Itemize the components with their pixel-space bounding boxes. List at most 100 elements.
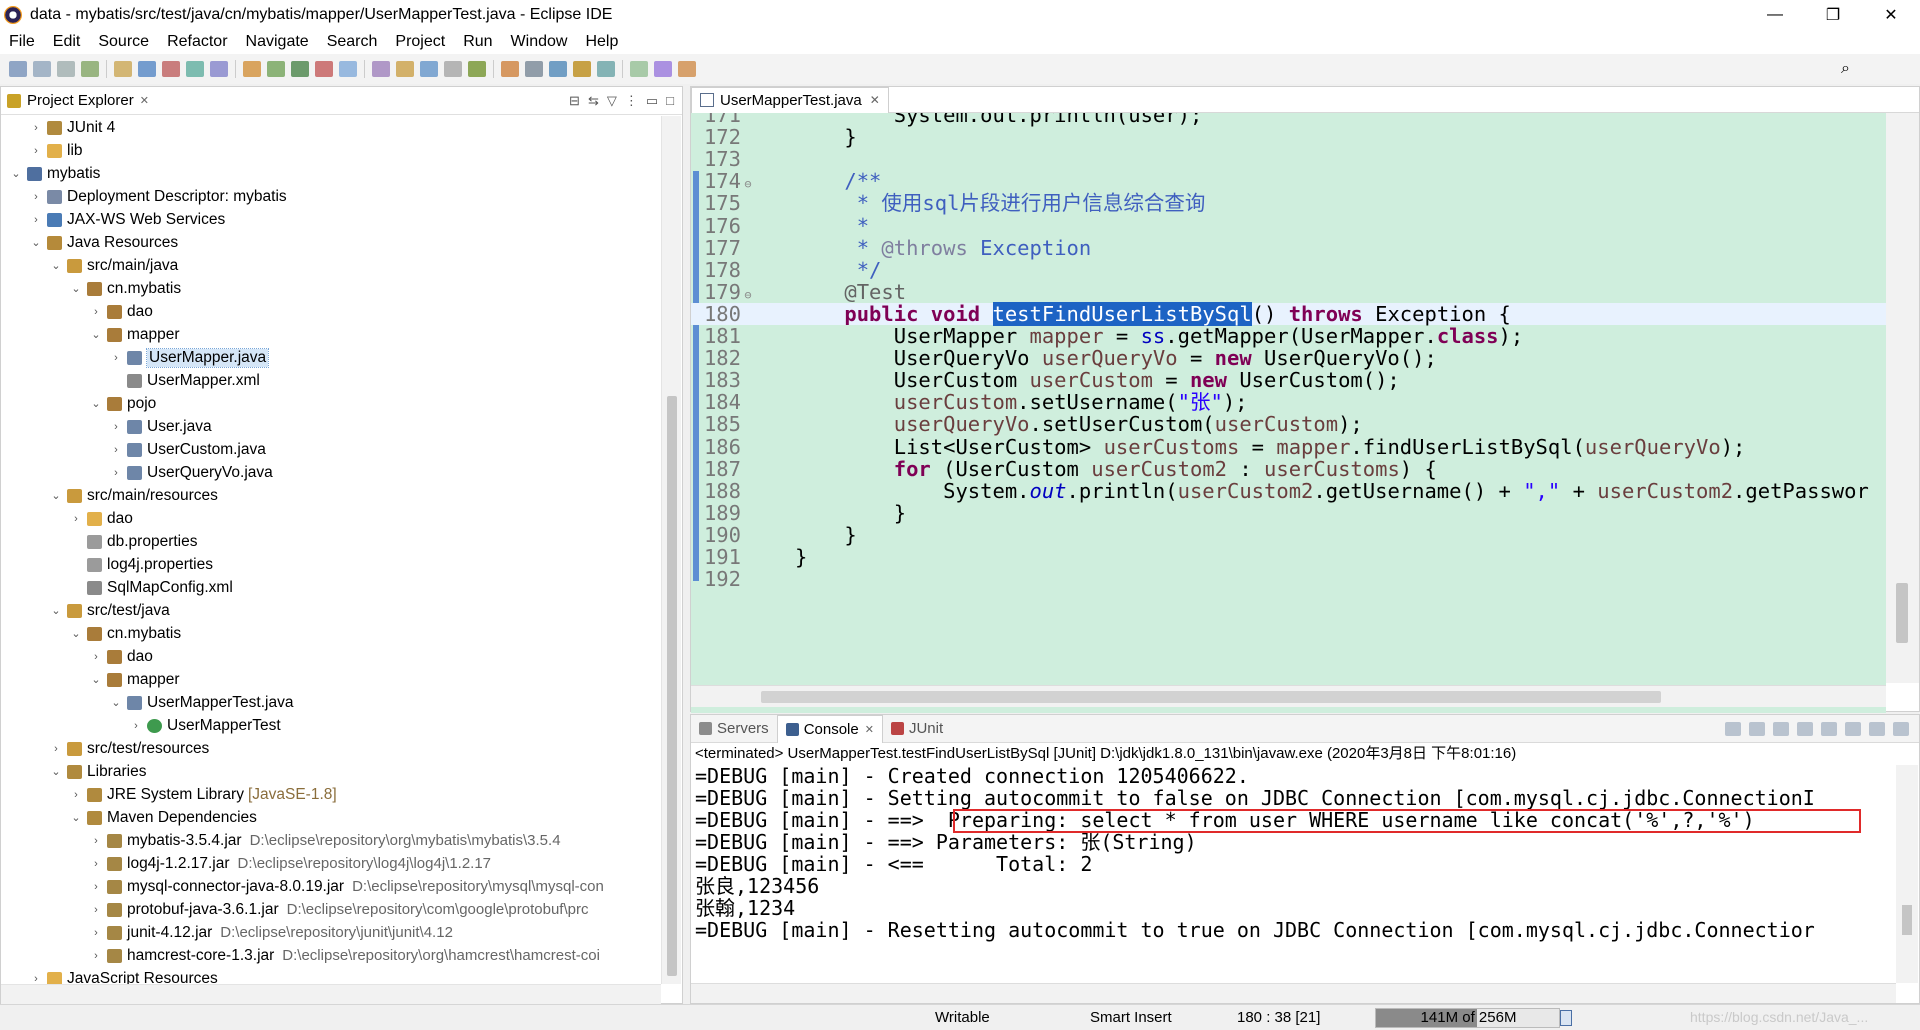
tree-item[interactable]: db.properties bbox=[1, 530, 661, 553]
terminate-icon[interactable] bbox=[1725, 721, 1741, 736]
tree-item[interactable]: ⌄ cn.mybatis bbox=[1, 622, 661, 645]
clear-console-icon[interactable] bbox=[1773, 721, 1789, 736]
close-button[interactable]: ✕ bbox=[1862, 0, 1920, 30]
console-output[interactable]: =DEBUG [main] - Created connection 12054… bbox=[691, 765, 1896, 983]
toolbar-button-icon[interactable] bbox=[501, 61, 519, 77]
maximize-view-icon[interactable]: □ bbox=[666, 93, 674, 109]
chevron-down-icon[interactable]: ⌄ bbox=[9, 167, 23, 180]
tree-item[interactable]: ⌄ cn.mybatis bbox=[1, 277, 661, 300]
tree-item[interactable]: ⌄ pojo bbox=[1, 392, 661, 415]
chevron-right-icon[interactable]: › bbox=[89, 858, 103, 870]
explorer-vertical-scrollbar[interactable] bbox=[661, 116, 681, 984]
tab-console[interactable]: Console ✕ bbox=[776, 714, 883, 743]
toolbar-button-icon[interactable] bbox=[549, 61, 567, 77]
scroll-lock-icon[interactable] bbox=[1797, 721, 1813, 736]
menu-edit[interactable]: Edit bbox=[44, 33, 90, 51]
tree-item[interactable]: ⌄ Maven Dependencies bbox=[1, 806, 661, 829]
tree-item[interactable]: › UserMapperTest bbox=[1, 714, 661, 737]
tree-item[interactable]: ⌄ mybatis bbox=[1, 162, 661, 185]
tree-item[interactable]: › UserMapper.java bbox=[1, 346, 661, 369]
open-console-icon[interactable] bbox=[1893, 721, 1909, 736]
tree-item[interactable]: › JUnit 4 bbox=[1, 116, 661, 139]
chevron-right-icon[interactable]: › bbox=[109, 444, 123, 456]
toolbar-button-icon[interactable] bbox=[9, 61, 27, 77]
restore-button[interactable]: ❐ bbox=[1804, 0, 1862, 30]
toolbar-button-icon[interactable] bbox=[186, 61, 204, 77]
toolbar-button-icon[interactable] bbox=[81, 61, 99, 77]
minimize-button[interactable]: — bbox=[1746, 0, 1804, 30]
tab-junit[interactable]: JUnit bbox=[883, 715, 951, 743]
chevron-down-icon[interactable]: ⌄ bbox=[89, 328, 103, 341]
chevron-right-icon[interactable]: › bbox=[49, 743, 63, 755]
tree-item[interactable]: UserMapper.xml bbox=[1, 369, 661, 392]
toolbar-button-icon[interactable] bbox=[420, 61, 438, 77]
menu-window[interactable]: Window bbox=[502, 33, 577, 51]
tree-item[interactable]: › src/test/resources bbox=[1, 737, 661, 760]
console-horizontal-scrollbar[interactable] bbox=[691, 983, 1896, 1003]
toolbar-button-icon[interactable] bbox=[597, 61, 615, 77]
toolbar-button-icon[interactable] bbox=[33, 61, 51, 77]
chevron-down-icon[interactable]: ⌄ bbox=[49, 604, 63, 617]
chevron-down-icon[interactable]: ⌄ bbox=[69, 282, 83, 295]
toolbar-button-icon[interactable] bbox=[339, 61, 357, 77]
chevron-down-icon[interactable]: ⌄ bbox=[49, 765, 63, 778]
menu-help[interactable]: Help bbox=[576, 33, 627, 51]
chevron-right-icon[interactable]: › bbox=[69, 513, 83, 525]
scrollbar-thumb[interactable] bbox=[1902, 905, 1912, 935]
tree-item[interactable]: ⌄ src/test/java bbox=[1, 599, 661, 622]
tree-item[interactable]: › mybatis-3.5.4.jar D:\eclipse\repository\… bbox=[1, 829, 661, 852]
menu-search[interactable]: Search bbox=[318, 33, 387, 51]
chevron-right-icon[interactable]: › bbox=[89, 881, 103, 893]
tree-item[interactable]: ⌄ mapper bbox=[1, 323, 661, 346]
tree-item[interactable]: › dao bbox=[1, 300, 661, 323]
toolbar-button-icon[interactable] bbox=[525, 61, 543, 77]
toolbar-button-icon[interactable] bbox=[57, 61, 75, 77]
tree-item[interactable]: ⌄ src/main/java bbox=[1, 254, 661, 277]
toolbar-button-icon[interactable] bbox=[630, 61, 648, 77]
editor-horizontal-scrollbar[interactable] bbox=[691, 685, 1886, 707]
toolbar-button-icon[interactable] bbox=[210, 61, 228, 77]
toolbar-button-icon[interactable] bbox=[162, 61, 180, 77]
toolbar-button-icon[interactable] bbox=[468, 61, 486, 77]
chevron-right-icon[interactable]: › bbox=[29, 214, 43, 226]
chevron-right-icon[interactable]: › bbox=[89, 950, 103, 962]
menu-run[interactable]: Run bbox=[454, 33, 501, 51]
chevron-down-icon[interactable]: ⌄ bbox=[49, 259, 63, 272]
toolbar-button-icon[interactable] bbox=[267, 61, 285, 77]
toolbar-button-icon[interactable] bbox=[444, 61, 462, 77]
tree-item[interactable]: › log4j-1.2.17.jar D:\eclipse\repository\l… bbox=[1, 852, 661, 875]
chevron-down-icon[interactable]: ⌄ bbox=[89, 673, 103, 686]
menu-refactor[interactable]: Refactor bbox=[158, 33, 236, 51]
chevron-down-icon[interactable]: ⌄ bbox=[69, 627, 83, 640]
code-area[interactable]: 171 System.out.println(user); 172 } 173 174… bbox=[691, 113, 1886, 713]
tree-item[interactable]: ⌄ UserMapperTest.java bbox=[1, 691, 661, 714]
menu-file[interactable]: File bbox=[0, 33, 44, 51]
tree-item[interactable]: ⌄ Libraries bbox=[1, 760, 661, 783]
chevron-right-icon[interactable]: › bbox=[109, 352, 123, 364]
tree-item[interactable]: › Deployment Descriptor: mybatis bbox=[1, 185, 661, 208]
chevron-down-icon[interactable]: ⌄ bbox=[29, 236, 43, 249]
chevron-right-icon[interactable]: › bbox=[89, 306, 103, 318]
tree-item[interactable]: › dao bbox=[1, 507, 661, 530]
chevron-down-icon[interactable]: ⌄ bbox=[89, 397, 103, 410]
toolbar-button-icon[interactable] bbox=[654, 61, 672, 77]
heap-status[interactable]: 141M of 256M bbox=[1375, 1008, 1560, 1028]
chevron-right-icon[interactable]: › bbox=[89, 835, 103, 847]
remove-launch-icon[interactable] bbox=[1749, 721, 1765, 736]
scrollbar-thumb[interactable] bbox=[667, 396, 677, 976]
close-view-icon[interactable]: ✕ bbox=[140, 94, 149, 107]
chevron-right-icon[interactable]: › bbox=[29, 122, 43, 134]
tree-item[interactable]: › protobuf-java-3.6.1.jar D:\eclipse\repos… bbox=[1, 898, 661, 921]
toolbar-button-icon[interactable] bbox=[243, 61, 261, 77]
tree-item[interactable]: › junit-4.12.jar D:\eclipse\repository\jun… bbox=[1, 921, 661, 944]
tree-item[interactable]: › JRE System Library [JavaSE-1.8] bbox=[1, 783, 661, 806]
scrollbar-thumb[interactable] bbox=[1896, 583, 1908, 643]
explorer-horizontal-scrollbar[interactable] bbox=[1, 984, 661, 1004]
view-menu-icon[interactable]: ⋮ bbox=[625, 93, 638, 109]
garbage-collect-icon[interactable] bbox=[1560, 1010, 1572, 1026]
chevron-right-icon[interactable]: › bbox=[109, 467, 123, 479]
toolbar-button-icon[interactable] bbox=[678, 61, 696, 77]
chevron-right-icon[interactable]: › bbox=[29, 145, 43, 157]
filter-icon[interactable]: ▽ bbox=[607, 93, 617, 109]
display-console-icon[interactable] bbox=[1869, 721, 1885, 736]
